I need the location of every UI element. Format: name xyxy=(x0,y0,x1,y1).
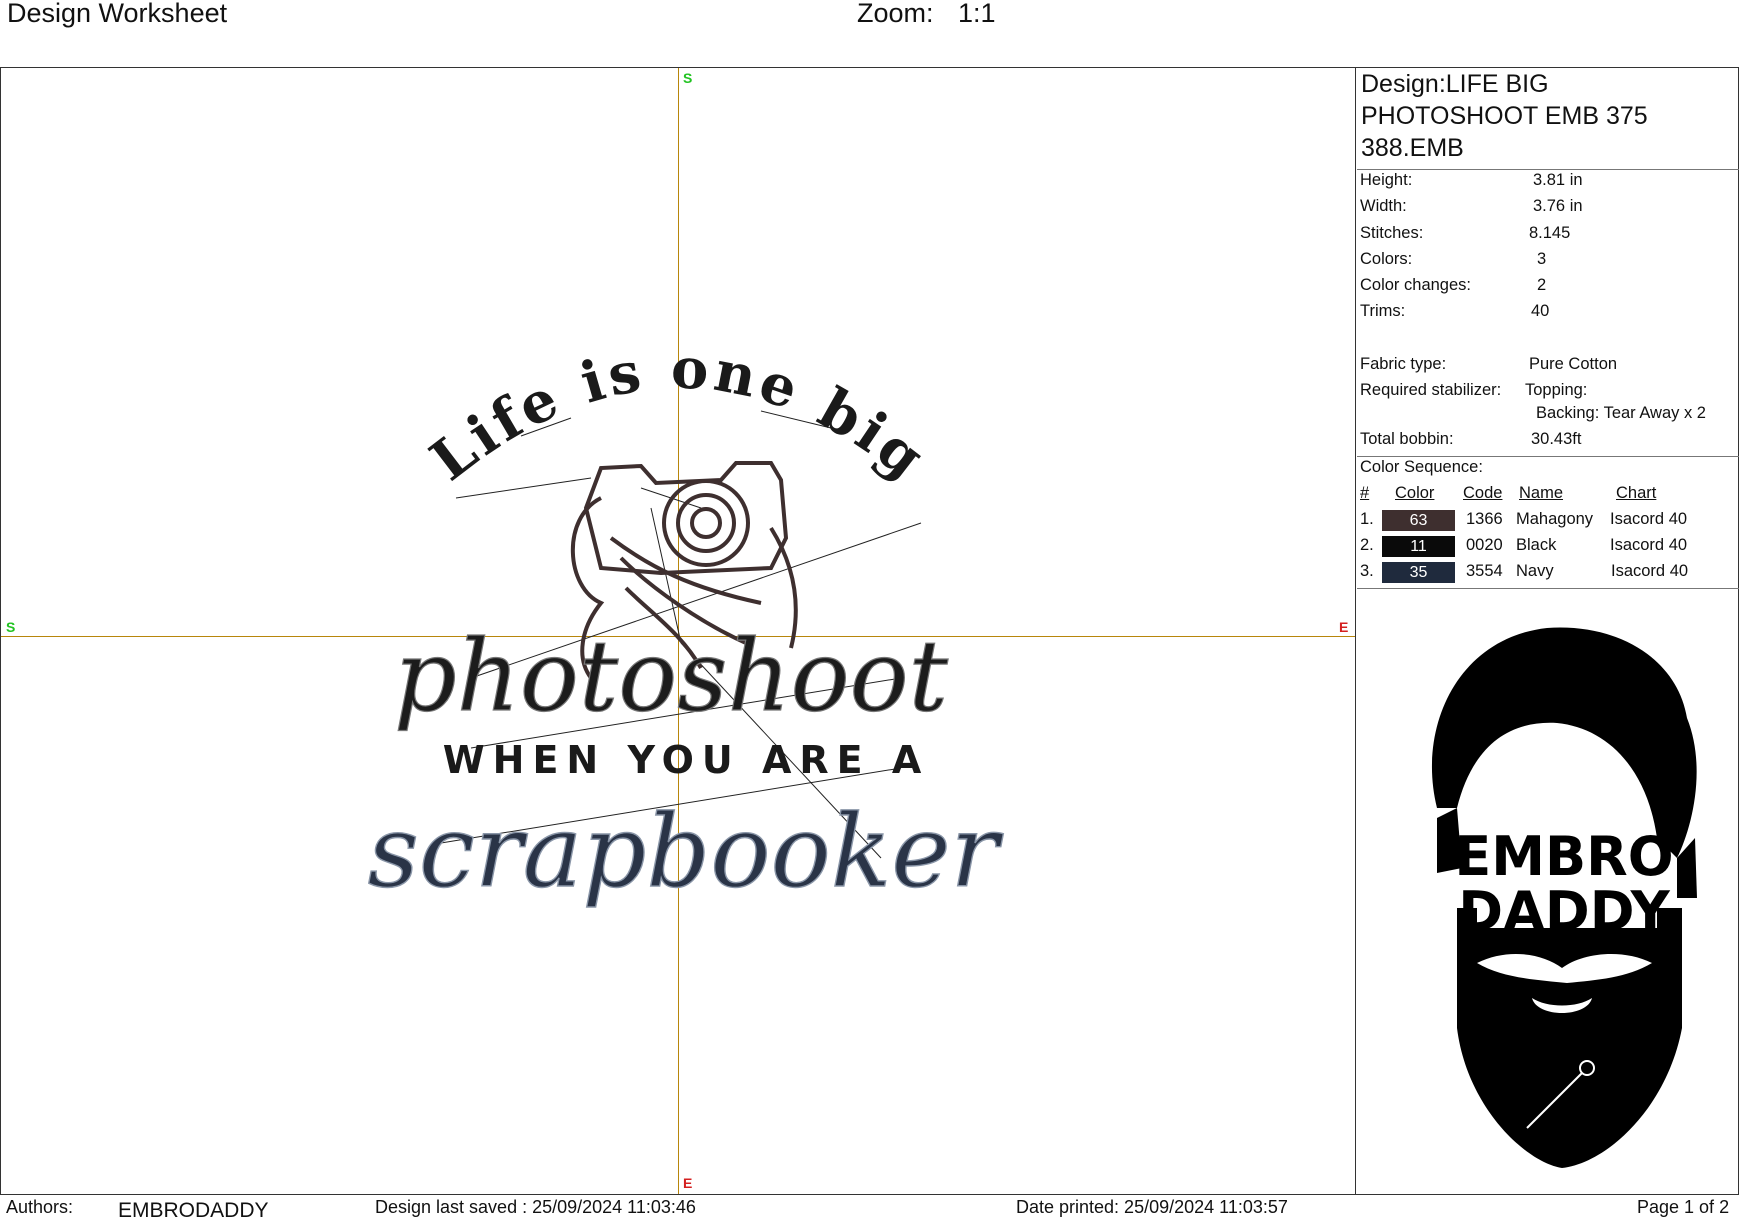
design-text-line1-path: Life is one big xyxy=(418,335,935,493)
seq-row-code: 3554 xyxy=(1466,562,1503,580)
bobbin-value: 30.43ft xyxy=(1531,430,1582,448)
color-sequence-title: Color Sequence: xyxy=(1360,458,1483,476)
seq-row-name: Black xyxy=(1516,536,1557,554)
seq-row-num: 3. xyxy=(1360,562,1374,580)
zoom-value[interactable]: 1:1 xyxy=(958,0,996,29)
design-text-line1: Life is one big xyxy=(418,335,939,493)
embrodaddy-logo: EMBRO DADDY xyxy=(1431,627,1697,1168)
seq-header-code: Code xyxy=(1463,484,1503,502)
color-swatch[interactable]: 63 xyxy=(1382,510,1455,531)
seq-row-chart: Isacord 40 xyxy=(1610,536,1688,554)
seq-row-chart: Isacord 40 xyxy=(1611,562,1689,580)
divider xyxy=(1357,169,1739,170)
stabilizer-label: Required stabilizer: xyxy=(1360,381,1502,399)
divider xyxy=(1357,588,1739,589)
width-label: Width: xyxy=(1360,197,1407,215)
seq-row-code: 1366 xyxy=(1466,510,1503,528)
divider xyxy=(1357,456,1739,457)
design-text-line3: WHEN YOU ARE A xyxy=(443,738,930,782)
colors-value: 3 xyxy=(1537,250,1547,268)
stitches-value: 8.145 xyxy=(1529,224,1571,242)
design-text-line2: photoshoot xyxy=(394,620,949,734)
seq-header-chart: Chart xyxy=(1616,484,1657,502)
embroidery-design: Life is one big photoshoot WHEN YOU ARE … xyxy=(367,335,1004,910)
seq-row-num: 1. xyxy=(1360,510,1374,528)
seq-row-name: Mahagony xyxy=(1516,510,1594,528)
color-swatch[interactable]: 11 xyxy=(1382,536,1455,557)
authors-label: Authors: xyxy=(6,1197,74,1217)
logo-text-line2: DADDY xyxy=(1458,880,1670,943)
backing-value: Backing: Tear Away x 2 xyxy=(1536,404,1706,422)
seq-row-chart: Isacord 40 xyxy=(1610,510,1688,528)
seq-header-name: Name xyxy=(1519,484,1564,502)
fabric-value: Pure Cotton xyxy=(1529,355,1618,373)
color-swatch[interactable]: 35 xyxy=(1382,562,1455,583)
last-saved: Design last saved : 25/09/2024 11:03:46 xyxy=(375,1197,696,1217)
design-info-panel: Design:LIFE BIG PHOTOSHOOT EMB 375 388.E… xyxy=(1357,68,1739,1194)
stitches-label: Stitches: xyxy=(1360,224,1424,242)
trims-label: Trims: xyxy=(1360,302,1406,320)
seq-row-num: 2. xyxy=(1360,536,1374,554)
date-printed: Date printed: 25/09/2024 11:03:57 xyxy=(1016,1197,1288,1217)
colors-label: Colors: xyxy=(1360,250,1413,268)
design-canvas[interactable]: S S E E Life is one big photoshoot WHEN … xyxy=(0,68,1356,1194)
topping-value: Topping: xyxy=(1525,381,1588,399)
design-text-line4: scrapbooker xyxy=(368,793,1004,910)
seq-header-color: Color xyxy=(1395,484,1435,502)
authors-value: EMBRODADDY xyxy=(118,1199,269,1222)
color-changes-value: 2 xyxy=(1537,276,1547,294)
seq-header-num: # xyxy=(1360,484,1370,502)
height-label: Height: xyxy=(1360,171,1413,189)
height-value: 3.81 in xyxy=(1533,171,1583,189)
fabric-label: Fabric type: xyxy=(1360,355,1447,373)
worksheet-title: Design Worksheet xyxy=(7,0,228,28)
seq-row-name: Navy xyxy=(1516,562,1554,580)
design-name: Design:LIFE BIG PHOTOSHOOT EMB 375 388.E… xyxy=(1361,70,1648,162)
color-changes-label: Color changes: xyxy=(1360,276,1471,294)
bobbin-label: Total bobbin: xyxy=(1360,430,1454,448)
zoom-label: Zoom: xyxy=(857,0,934,28)
logo-text-line1: EMBRO xyxy=(1454,825,1673,888)
width-value: 3.76 in xyxy=(1533,197,1583,215)
page-indicator: Page 1 of 2 xyxy=(1637,1197,1730,1217)
trims-value: 40 xyxy=(1531,302,1550,320)
seq-row-code: 0020 xyxy=(1466,536,1503,554)
